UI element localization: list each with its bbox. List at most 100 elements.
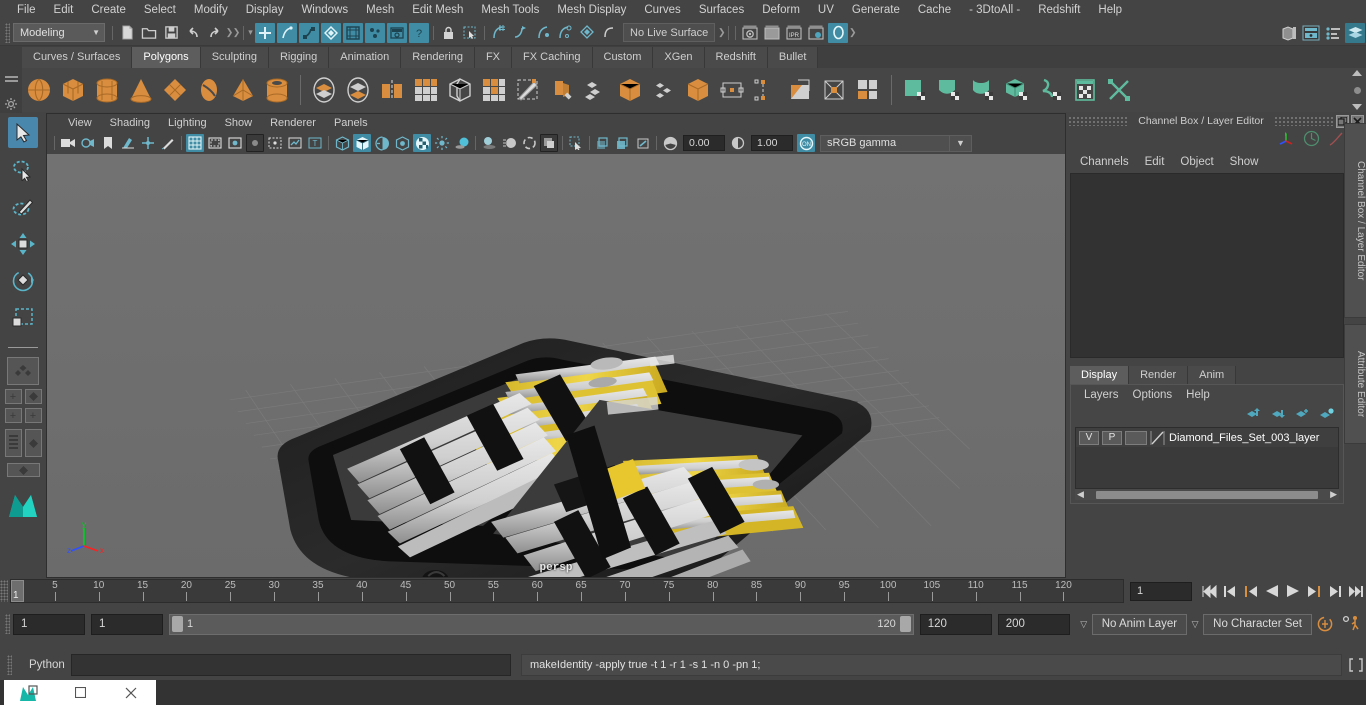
make-live-icon[interactable] xyxy=(599,23,619,43)
poly-cone-icon[interactable] xyxy=(124,71,158,109)
range-end-field[interactable]: 120 xyxy=(919,613,992,635)
viewport-menu-panels[interactable]: Panels xyxy=(325,114,377,132)
menu-mesh-display[interactable]: Mesh Display xyxy=(548,0,635,20)
animation-preferences-icon[interactable] xyxy=(1338,615,1366,633)
time-slider-drag-handle[interactable] xyxy=(0,580,8,602)
bevel-icon[interactable] xyxy=(579,71,613,109)
go-to-start-icon[interactable] xyxy=(1199,582,1218,601)
viewport-menu-renderer[interactable]: Renderer xyxy=(261,114,325,132)
save-scene-icon[interactable] xyxy=(161,23,181,43)
channelbox-menu-edit[interactable]: Edit xyxy=(1137,156,1173,168)
menu-3dtoall[interactable]: - 3DtoAll - xyxy=(960,0,1029,20)
new-layer-from-selected-icon[interactable] xyxy=(1319,407,1335,423)
command-language-label[interactable]: Python xyxy=(15,659,71,671)
viewport-menu-view[interactable]: View xyxy=(59,114,101,132)
color-space-field[interactable]: sRGB gamma xyxy=(820,134,950,152)
multi-cut-icon[interactable] xyxy=(511,71,545,109)
current-frame-field[interactable]: 1 xyxy=(1130,581,1192,601)
auto-keyframe-toggle-icon[interactable] xyxy=(1312,615,1338,633)
shelf-tab-rigging[interactable]: Rigging xyxy=(268,47,330,68)
channel-box-content-area[interactable] xyxy=(1070,173,1344,358)
menu-generate[interactable]: Generate xyxy=(843,0,909,20)
range-slider-right-handle[interactable] xyxy=(899,616,911,632)
animation-start-field[interactable]: 1 xyxy=(13,613,85,635)
poly-cube-icon[interactable] xyxy=(56,71,90,109)
menu-display[interactable]: Display xyxy=(237,0,293,20)
scroll-right-icon[interactable]: ▶ xyxy=(1328,489,1339,500)
append-polygon-icon[interactable] xyxy=(647,71,681,109)
layer-playback-toggle[interactable]: P xyxy=(1102,430,1122,445)
live-surface-field[interactable]: No Live Surface xyxy=(623,23,716,42)
shelf-tab-curves-surfaces[interactable]: Curves / Surfaces xyxy=(22,47,133,68)
quick-layout-uv-icon[interactable] xyxy=(24,429,42,457)
quick-layout-persp-outliner-icon[interactable] xyxy=(6,463,40,477)
select-mask-help-icon[interactable]: ? xyxy=(409,22,429,43)
snap-to-point-icon[interactable] xyxy=(533,23,553,43)
manipulator-axis-icon[interactable] xyxy=(1277,131,1295,150)
menu-select[interactable]: Select xyxy=(135,0,185,20)
range-start-field[interactable]: 1 xyxy=(91,613,163,635)
resolution-gate-icon[interactable] xyxy=(226,134,244,152)
scale-tool-button[interactable] xyxy=(8,302,38,333)
channelbox-menu-channels[interactable]: Channels xyxy=(1072,156,1137,168)
viewport-menu-shading[interactable]: Shading xyxy=(101,114,159,132)
step-back-frame-icon[interactable] xyxy=(1220,582,1239,601)
quick-layout-four-view-icon[interactable]: + xyxy=(4,408,22,423)
gamma-field[interactable]: 1.00 xyxy=(751,135,793,151)
duplicate-face-icon[interactable] xyxy=(783,71,817,109)
smooth-shade-all-icon[interactable] xyxy=(353,134,371,152)
quick-layout-outliner-icon[interactable] xyxy=(24,389,42,404)
script-editor-icon[interactable] xyxy=(1346,654,1366,676)
poly-plane-icon[interactable] xyxy=(158,71,192,109)
texture-display-icon[interactable] xyxy=(413,134,431,152)
quick-layout-graph-icon[interactable]: + xyxy=(24,408,42,423)
toggle-render-view-icon[interactable] xyxy=(828,22,849,43)
channelbox-menu-object[interactable]: Object xyxy=(1172,156,1221,168)
select-by-component-type-icon[interactable] xyxy=(299,22,319,43)
reduce-icon[interactable] xyxy=(477,71,511,109)
anim-layer-combo[interactable]: No Anim Layer xyxy=(1091,613,1188,635)
extrude-icon[interactable] xyxy=(545,71,579,109)
menu-file[interactable]: File xyxy=(8,0,45,20)
new-scene-icon[interactable] xyxy=(117,23,137,43)
quick-layout-single-button[interactable] xyxy=(7,357,39,385)
open-outliner-icon[interactable] xyxy=(1279,23,1299,43)
new-layer-icon[interactable] xyxy=(1294,408,1310,423)
statusline-collapse-3[interactable]: ▾ xyxy=(247,24,254,42)
layer-list-scrollbar[interactable]: ◀ ▶ xyxy=(1075,489,1339,500)
highlight-selection-icon[interactable] xyxy=(460,23,480,43)
snap-to-view-plane-icon[interactable] xyxy=(577,23,597,43)
poly-pyramid-icon[interactable] xyxy=(226,71,260,109)
menu-deform[interactable]: Deform xyxy=(753,0,809,20)
shadows-icon[interactable] xyxy=(453,134,471,152)
play-forwards-icon[interactable] xyxy=(1283,582,1302,601)
menu-mesh-tools[interactable]: Mesh Tools xyxy=(472,0,548,20)
text-overlay-icon[interactable]: T xyxy=(306,134,324,152)
layer-list[interactable]: V P Diamond_Files_Set_003_layer xyxy=(1075,427,1339,489)
render-settings-icon[interactable] xyxy=(806,23,826,43)
menu-cache[interactable]: Cache xyxy=(909,0,960,20)
viewport-menu-lighting[interactable]: Lighting xyxy=(159,114,216,132)
layer-menu-help[interactable]: Help xyxy=(1179,389,1217,401)
go-to-end-icon[interactable] xyxy=(1346,582,1365,601)
exposure-icon[interactable] xyxy=(661,134,679,152)
rotate-tool-button[interactable] xyxy=(8,265,38,296)
command-line-drag-handle[interactable] xyxy=(7,655,12,675)
open-tool-settings-icon[interactable] xyxy=(1323,23,1343,43)
xray-active-icon[interactable] xyxy=(614,134,632,152)
play-backwards-icon[interactable] xyxy=(1262,582,1281,601)
bridge-icon[interactable] xyxy=(613,71,647,109)
uv-planar-icon[interactable] xyxy=(898,71,932,109)
exposure-toggle-icon[interactable] xyxy=(286,134,304,152)
shelf-tab-polygons[interactable]: Polygons xyxy=(132,47,201,68)
anim-layer-dropdown-icon[interactable]: ▽ xyxy=(1076,614,1092,634)
use-all-lights-icon[interactable] xyxy=(433,134,451,152)
image-plane-icon[interactable] xyxy=(119,134,137,152)
color-space-dropdown-icon[interactable]: ▼ xyxy=(950,134,972,152)
shelf-scroll-controls[interactable] xyxy=(1350,70,1364,110)
shelf-tab-redshift[interactable]: Redshift xyxy=(704,47,768,68)
menu-windows[interactable]: Windows xyxy=(292,0,357,20)
motion-blur-icon[interactable] xyxy=(500,134,518,152)
move-layer-up-icon[interactable] xyxy=(1244,407,1260,423)
shelf-tab-fx[interactable]: FX xyxy=(474,47,513,68)
